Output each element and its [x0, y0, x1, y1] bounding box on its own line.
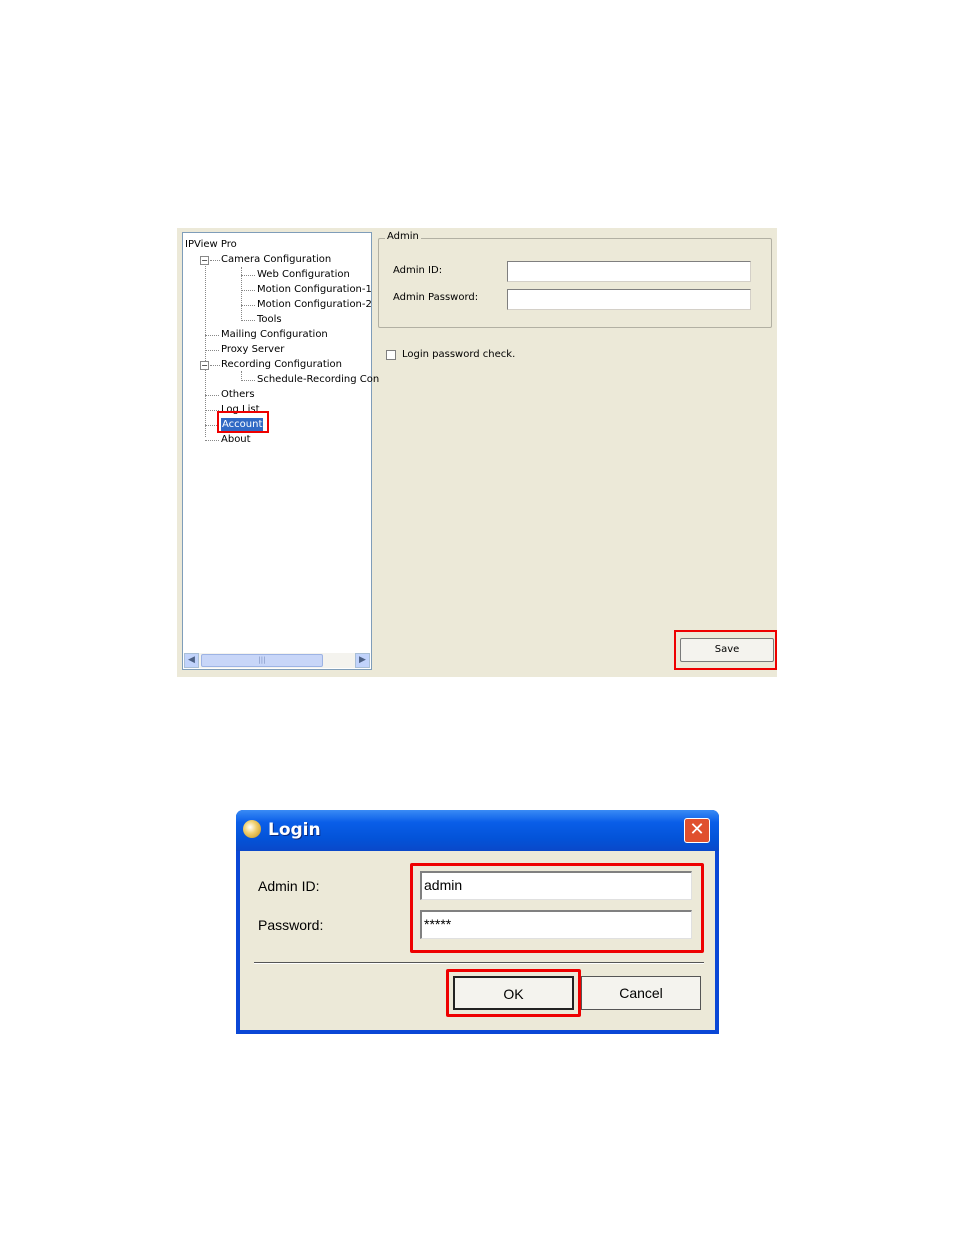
tree-line: [210, 365, 220, 366]
horizontal-scrollbar[interactable]: ◀ ||| ▶: [184, 653, 370, 668]
login-password-check-checkbox[interactable]: [386, 350, 396, 360]
cancel-button[interactable]: Cancel: [581, 976, 701, 1010]
admin-groupbox: Admin: [378, 231, 772, 328]
collapse-icon[interactable]: −: [200, 256, 209, 265]
password-label: Password:: [258, 917, 324, 933]
login-title-bar[interactable]: Login ✕: [236, 810, 719, 851]
collapse-icon[interactable]: −: [200, 361, 209, 370]
admin-id-field[interactable]: admin: [420, 871, 692, 900]
admin-password-label: Admin Password:: [393, 292, 479, 303]
separator: [254, 962, 704, 964]
ok-button[interactable]: OK: [453, 976, 574, 1010]
tree-line: [241, 320, 255, 321]
admin-id-input[interactable]: [507, 261, 751, 282]
scroll-left-icon[interactable]: ◀: [184, 653, 199, 668]
tree-line: [205, 350, 219, 351]
tree-line: [241, 380, 255, 381]
tree-item-root[interactable]: IPView Pro: [185, 238, 237, 251]
scrollbar-thumb[interactable]: |||: [201, 654, 323, 667]
tree-line: [241, 290, 255, 291]
tree-line: [205, 395, 219, 396]
save-button[interactable]: Save: [680, 638, 774, 662]
app-icon: [243, 820, 261, 838]
tree-item-tools[interactable]: Tools: [257, 313, 282, 326]
admin-password-input[interactable]: [507, 289, 751, 310]
account-highlight-box: [217, 411, 269, 433]
tree-item-motion-configuration-1[interactable]: Motion Configuration-1: [257, 283, 372, 296]
tree-item-proxy-server[interactable]: Proxy Server: [221, 343, 284, 356]
tree-line: [205, 440, 219, 441]
tree-item-schedule-recording[interactable]: Schedule-Recording Con: [257, 373, 379, 386]
tree-line: [205, 335, 219, 336]
admin-id-label: Admin ID:: [258, 878, 320, 894]
admin-group-title: Admin: [385, 231, 421, 242]
tree-line: [241, 275, 255, 276]
tree-item-about[interactable]: About: [221, 433, 251, 446]
tree-item-others[interactable]: Others: [221, 388, 255, 401]
tree-item-recording-configuration[interactable]: Recording Configuration: [221, 358, 342, 371]
tree-line: [241, 305, 255, 306]
settings-tree: − − IPView Pro Camera Configuration Web …: [182, 232, 379, 670]
scroll-right-icon[interactable]: ▶: [355, 653, 370, 668]
close-icon[interactable]: ✕: [684, 818, 710, 843]
login-body: Admin ID: Password: admin ***** OK Cance…: [240, 851, 715, 1030]
login-dialog: Login ✕ Admin ID: Password: admin ***** …: [236, 810, 719, 1034]
login-password-check-label: Login password check.: [402, 349, 516, 360]
tree-item-mailing-configuration[interactable]: Mailing Configuration: [221, 328, 328, 341]
configuration-window: − − IPView Pro Camera Configuration Web …: [177, 228, 777, 677]
password-field[interactable]: *****: [420, 910, 692, 939]
login-title: Login: [268, 820, 321, 840]
tree-line: [210, 260, 220, 261]
tree-item-motion-configuration-2[interactable]: Motion Configuration-2: [257, 298, 372, 311]
admin-id-label: Admin ID:: [393, 265, 443, 276]
tree-item-web-configuration[interactable]: Web Configuration: [257, 268, 350, 281]
tree-item-camera-configuration[interactable]: Camera Configuration: [221, 253, 331, 266]
